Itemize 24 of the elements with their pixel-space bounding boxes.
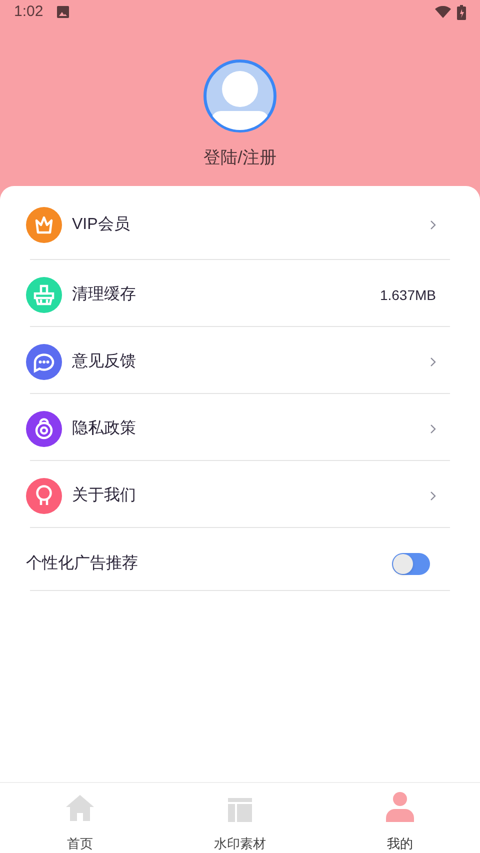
home-icon [65,794,95,822]
person-icon [386,792,414,822]
layout-icon [228,798,252,822]
battery-icon [457,4,466,20]
menu-label[interactable]: 个性化广告推荐 [26,552,138,576]
chevron-right-icon[interactable] [430,220,436,230]
avatar[interactable] [203,59,277,133]
image-icon [57,6,70,18]
nav-tab[interactable]: 我的 [320,783,480,853]
cache-size: 1.637MB [380,286,436,304]
nav-tab[interactable]: 首页 [0,783,160,853]
menu-label[interactable]: VIP会员 [72,212,130,236]
menu-label[interactable]: 隐私政策 [72,417,136,441]
ad-toggle[interactable] [392,553,430,575]
chevron-right-icon[interactable] [430,491,436,501]
menu-label[interactable]: 关于我们 [72,484,136,508]
chevron-right-icon[interactable] [430,357,436,367]
nav-tab[interactable]: 水印素材 [160,783,320,853]
wifi-icon [435,6,451,18]
chevron-right-icon[interactable] [430,424,436,434]
menu-label[interactable]: 意见反馈 [72,350,136,374]
menu-label[interactable]: 清理缓存 [72,283,136,307]
login-register-link[interactable]: 登陆/注册 [204,145,276,170]
status-time: 1:02 [14,2,44,22]
